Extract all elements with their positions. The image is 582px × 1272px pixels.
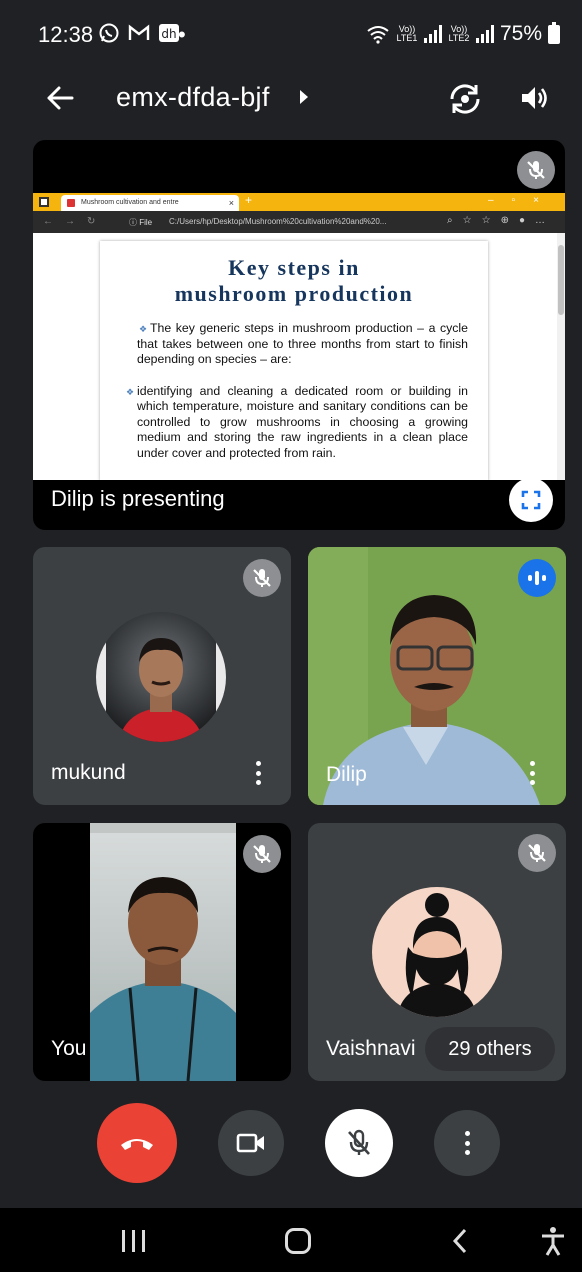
hang-up-icon bbox=[121, 1139, 153, 1150]
notification-icons: dh bbox=[98, 22, 180, 44]
mic-off-icon bbox=[253, 569, 271, 587]
self-video-feed bbox=[90, 823, 236, 1081]
end-call-button[interactable] bbox=[97, 1103, 177, 1183]
whatsapp-icon bbox=[99, 23, 119, 43]
sim2-signal-icon bbox=[475, 25, 494, 43]
caret-right-icon[interactable] bbox=[300, 90, 308, 104]
participant-name: mukund bbox=[51, 761, 126, 784]
app-bar: emx-dfda-bjf bbox=[0, 70, 582, 130]
slide-title-line1: Key steps in bbox=[228, 255, 360, 280]
more-options-button[interactable] bbox=[434, 1110, 500, 1176]
mute-badge bbox=[518, 834, 556, 872]
switch-camera-icon[interactable] bbox=[446, 80, 484, 118]
pdf-scrollbar bbox=[557, 233, 565, 480]
battery-percent: 75% bbox=[499, 22, 542, 45]
browser-toolbar-icons: ⌕☆☆⊕●… bbox=[447, 215, 555, 226]
accessibility-icon[interactable] bbox=[540, 1226, 566, 1256]
shared-browser-window: Mushroom cultivation and entre × + –▫× ←… bbox=[33, 193, 565, 480]
fullscreen-button[interactable] bbox=[509, 478, 553, 522]
camera-toggle-button[interactable] bbox=[218, 1110, 284, 1176]
sim1-signal-icon bbox=[423, 25, 442, 43]
mute-badge bbox=[243, 559, 281, 597]
mic-off-icon bbox=[253, 845, 271, 863]
presenting-label: Dilip is presenting bbox=[51, 486, 225, 511]
slide-bullet: ❖ identifying and cleaning a dedicated ro… bbox=[126, 383, 468, 460]
participant-tile-dilip[interactable]: Dilip bbox=[308, 547, 566, 805]
recent-apps-icon[interactable] bbox=[122, 1230, 145, 1252]
speaking-indicator-icon bbox=[518, 559, 556, 597]
back-arrow-icon[interactable] bbox=[44, 82, 76, 114]
browser-tab-bar: Mushroom cultivation and entre × + –▫× bbox=[33, 193, 565, 211]
mute-badge bbox=[517, 151, 555, 189]
wifi-icon bbox=[367, 26, 389, 44]
notification-dot: • bbox=[178, 22, 186, 47]
presentation-tile[interactable]: Mushroom cultivation and entre × + –▫× ←… bbox=[33, 140, 565, 530]
browser-tab: Mushroom cultivation and entre × bbox=[61, 195, 239, 211]
pdf-viewer: Key steps in mushroom production ❖ The ke… bbox=[33, 233, 565, 480]
battery-icon bbox=[548, 21, 560, 44]
more-options-icon[interactable] bbox=[522, 758, 542, 788]
fullscreen-icon bbox=[521, 490, 541, 510]
slide-title: Key steps in mushroom production bbox=[100, 241, 488, 307]
profile-photo bbox=[96, 612, 226, 742]
participant-name: You bbox=[51, 1037, 87, 1060]
participant-tile-mukund[interactable]: mukund bbox=[33, 547, 291, 805]
gmail-icon bbox=[128, 24, 150, 40]
slide-page: Key steps in mushroom production ❖ The ke… bbox=[100, 241, 488, 480]
window-menu-icon bbox=[39, 197, 49, 207]
status-time: 12:38 bbox=[38, 22, 94, 47]
status-bar: 12:38 dh • Vo)) LTE1 Vo)) LTE2 75% bbox=[0, 0, 582, 70]
browser-nav-icons: ←→↻ bbox=[43, 216, 108, 227]
avatar bbox=[96, 612, 226, 742]
home-icon[interactable] bbox=[285, 1228, 311, 1254]
sim1-label: Vo)) LTE1 bbox=[396, 24, 418, 43]
mute-badge bbox=[243, 835, 281, 873]
participant-name: Dilip bbox=[326, 763, 367, 786]
microphone-toggle-button[interactable] bbox=[325, 1109, 393, 1177]
browser-address-bar: ←→↻ ⓘ File C:/Users/hp/Desktop/Mushroom%… bbox=[33, 211, 565, 233]
status-right: Vo)) LTE1 Vo)) LTE2 75% bbox=[366, 21, 560, 46]
mic-off-icon bbox=[528, 844, 546, 862]
new-tab-icon: + bbox=[245, 193, 253, 207]
others-count-chip[interactable]: 29 others bbox=[425, 1027, 555, 1071]
video-camera-icon bbox=[236, 1133, 264, 1153]
speaker-icon[interactable] bbox=[518, 82, 550, 114]
pdf-favicon-icon bbox=[67, 199, 75, 207]
mic-off-icon bbox=[527, 161, 545, 179]
slide-bullet: ❖ The key generic steps in mushroom produ… bbox=[137, 321, 468, 366]
dailyhunt-icon: dh bbox=[159, 24, 179, 42]
address-url: C:/Users/hp/Desktop/Mushroom%20cultivati… bbox=[169, 217, 387, 226]
svg-text:dh: dh bbox=[161, 27, 176, 41]
participant-tile-you[interactable]: You bbox=[33, 823, 291, 1081]
meeting-code[interactable]: emx-dfda-bjf bbox=[116, 82, 270, 113]
system-nav-bar bbox=[0, 1208, 582, 1272]
more-vert-icon bbox=[457, 1128, 477, 1158]
profile-illustration bbox=[372, 887, 502, 1017]
address-file-label: ⓘ File bbox=[129, 218, 153, 227]
more-options-icon[interactable] bbox=[248, 758, 268, 788]
mic-off-icon bbox=[348, 1129, 370, 1155]
nav-back-icon[interactable] bbox=[452, 1228, 468, 1254]
close-tab-icon: × bbox=[228, 198, 234, 208]
slide-title-line2: mushroom production bbox=[174, 281, 414, 306]
window-controls-icon: –▫× bbox=[488, 195, 557, 206]
sim2-label: Vo)) LTE2 bbox=[448, 24, 470, 43]
avatar bbox=[372, 887, 502, 1017]
browser-tab-title: Mushroom cultivation and entre bbox=[81, 199, 179, 206]
participant-name: Vaishnavi bbox=[326, 1037, 416, 1060]
